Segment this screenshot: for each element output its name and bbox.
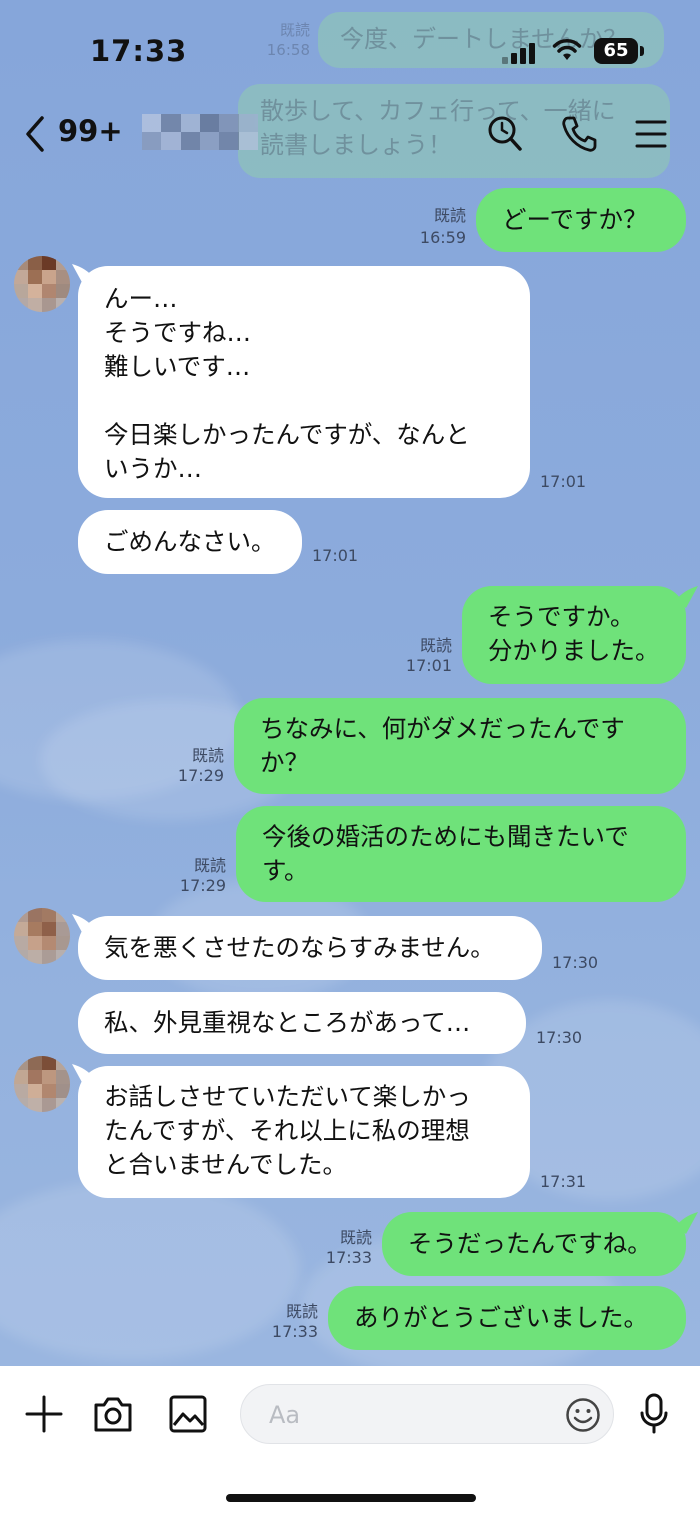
message-input-container[interactable] bbox=[240, 1384, 614, 1444]
camera-icon[interactable] bbox=[92, 1394, 134, 1434]
message-time: 16:59 bbox=[419, 228, 466, 247]
message-bubble-incoming[interactable]: ごめんなさい。 bbox=[78, 510, 302, 574]
bubble-tail bbox=[676, 586, 698, 608]
avatar[interactable] bbox=[14, 256, 70, 312]
message-time: 17:30 bbox=[536, 1028, 583, 1047]
chat-header: 99+ bbox=[0, 100, 700, 170]
read-receipt: 既読 bbox=[339, 1228, 372, 1247]
read-receipt: 既読 bbox=[433, 206, 466, 225]
message-time: 17:01 bbox=[540, 472, 587, 491]
message-time: 17:31 bbox=[540, 1172, 587, 1191]
message-bubble-outgoing[interactable]: 今後の婚活のためにも聞きたいで す。 bbox=[236, 806, 686, 902]
message-bubble-incoming[interactable]: お話しさせていただいて楽しかっ たんですが、それ以上に私の理想 と合いませんでし… bbox=[78, 1066, 530, 1198]
mic-icon[interactable] bbox=[638, 1392, 670, 1436]
message-bubble-outgoing[interactable]: そうだったんですね。 bbox=[382, 1212, 686, 1276]
message-bubble-outgoing[interactable]: ちなみに、何がダメだったんです か？ bbox=[234, 698, 686, 794]
battery-tip bbox=[640, 46, 644, 56]
message-time: 17:01 bbox=[405, 656, 452, 675]
unread-count[interactable]: 99+ bbox=[58, 114, 123, 148]
message-bubble-outgoing[interactable]: そうですか。 分かりました。 bbox=[462, 586, 686, 684]
plus-icon[interactable] bbox=[24, 1394, 64, 1434]
message-bubble-incoming[interactable]: 気を悪くさせたのならすみません。 bbox=[78, 916, 542, 980]
status-bar: 17:33 65 bbox=[0, 0, 700, 100]
wifi-icon bbox=[552, 39, 582, 60]
read-receipt: 既読 bbox=[193, 856, 226, 875]
message-time: 17:01 bbox=[312, 546, 359, 565]
phone-icon[interactable] bbox=[560, 114, 598, 154]
message-input[interactable] bbox=[267, 1397, 551, 1433]
image-icon[interactable] bbox=[168, 1394, 208, 1434]
emoji-icon[interactable] bbox=[565, 1397, 601, 1433]
search-icon[interactable] bbox=[486, 114, 524, 154]
message-bubble-incoming[interactable]: んー… そうですね… 難しいです… 今日楽しかったんですが、なんと いうか… bbox=[78, 266, 530, 498]
status-time: 17:33 bbox=[90, 34, 188, 68]
message-bubble-incoming[interactable]: 私、外見重視なところがあって… bbox=[78, 992, 526, 1054]
read-receipt: 既読 bbox=[419, 636, 452, 655]
battery-icon: 65 bbox=[594, 38, 638, 64]
message-time: 17:29 bbox=[179, 876, 226, 895]
read-receipt: 既読 bbox=[191, 746, 224, 765]
avatar[interactable] bbox=[14, 908, 70, 964]
message-time: 17:33 bbox=[271, 1322, 318, 1341]
message-bubble-outgoing[interactable]: ありがとうございました。 bbox=[328, 1286, 686, 1350]
bubble-tail bbox=[676, 1212, 698, 1234]
chevron-left-icon[interactable] bbox=[22, 114, 48, 154]
home-indicator bbox=[226, 1494, 476, 1502]
signal-icon bbox=[502, 42, 538, 64]
menu-icon[interactable] bbox=[634, 114, 668, 154]
message-bubble-outgoing[interactable]: どーですか？ bbox=[476, 188, 686, 252]
contact-name-blurred bbox=[142, 114, 258, 150]
message-time: 17:30 bbox=[552, 953, 599, 972]
message-time: 17:33 bbox=[325, 1248, 372, 1267]
message-input-bar bbox=[0, 1366, 700, 1518]
message-time: 17:29 bbox=[177, 766, 224, 785]
read-receipt: 既読 bbox=[285, 1302, 318, 1321]
avatar[interactable] bbox=[14, 1056, 70, 1112]
